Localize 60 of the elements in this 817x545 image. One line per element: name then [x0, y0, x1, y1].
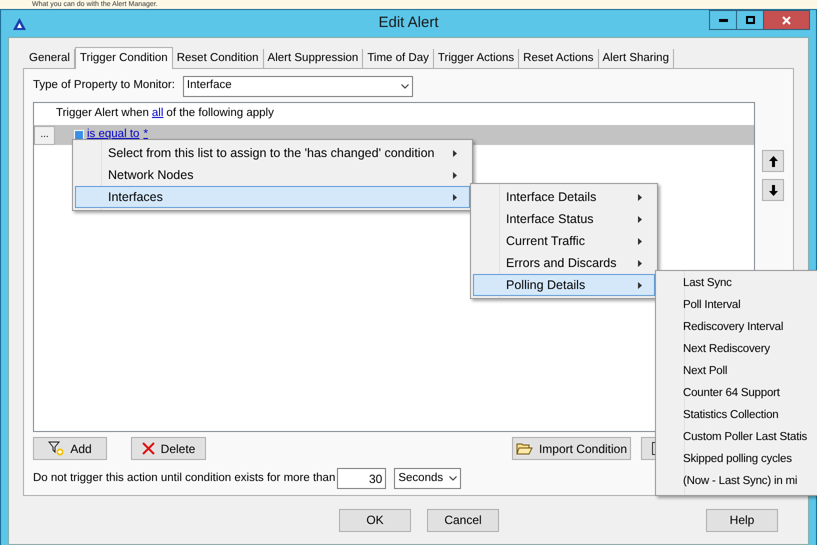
- menu-item[interactable]: Interfaces: [75, 186, 470, 208]
- menu-item[interactable]: Select from this list to assign to the 'has changed' condition: [75, 142, 470, 164]
- menu-item[interactable]: Polling Details: [473, 274, 655, 296]
- condition-header-text: of the following apply: [166, 106, 274, 122]
- dropdown-caret-icon: [449, 476, 458, 481]
- value-link[interactable]: *: [143, 126, 148, 144]
- menu-item[interactable]: Statistics Collection: [658, 405, 817, 427]
- cancel-button[interactable]: Cancel: [427, 508, 499, 532]
- submenu-arrow-icon: [638, 194, 642, 201]
- menu-item[interactable]: Errors and Discards: [473, 252, 655, 274]
- submenu-arrow-icon: [638, 216, 642, 223]
- add-button[interactable]: Add: [33, 437, 107, 460]
- submenu-arrow-icon: [453, 150, 457, 157]
- move-up-button[interactable]: [762, 150, 784, 172]
- menu-item[interactable]: Current Traffic: [473, 230, 655, 252]
- menu-item[interactable]: Network Nodes: [75, 164, 470, 186]
- app-logo-icon: [13, 18, 26, 30]
- menu-item[interactable]: Last Sync: [658, 273, 817, 295]
- delay-input[interactable]: 30: [337, 468, 386, 489]
- filter-add-icon: [48, 441, 64, 456]
- tab[interactable]: Trigger Condition: [74, 47, 173, 69]
- property-dropdown[interactable]: Interface: [182, 76, 413, 96]
- minimize-button[interactable]: [709, 10, 737, 30]
- delete-x-icon: [142, 442, 155, 455]
- ellipsis-button[interactable]: ...: [34, 126, 55, 144]
- submenu-arrow-icon: [453, 194, 457, 201]
- maximize-icon: [746, 16, 754, 24]
- close-icon: [782, 16, 791, 24]
- menu-item[interactable]: Skipped polling cycles: [658, 449, 817, 471]
- menu-item[interactable]: Rediscovery Interval: [658, 317, 817, 339]
- menu-item[interactable]: Interface Status: [473, 208, 655, 230]
- minimize-icon: [718, 18, 728, 22]
- menu-item[interactable]: Interface Details: [473, 186, 655, 208]
- ok-button[interactable]: OK: [339, 508, 411, 532]
- property-label: Type of Property to Monitor:: [33, 78, 175, 94]
- condition-header-text: Trigger Alert when: [56, 106, 149, 122]
- menu-item[interactable]: Counter 64 Support: [658, 383, 817, 405]
- delete-button[interactable]: Delete: [131, 437, 206, 460]
- menu-item[interactable]: Next Poll: [658, 361, 817, 383]
- submenu-arrow-icon: [638, 282, 642, 289]
- delay-label: Do not trigger this action until condition exists for more than: [33, 470, 336, 486]
- move-down-button[interactable]: [762, 179, 784, 201]
- menu-item[interactable]: Next Rediscovery: [658, 339, 817, 361]
- menu-item[interactable]: (Now - Last Sync) in mi: [658, 471, 817, 493]
- import-condition-button[interactable]: Import Condition: [512, 437, 631, 460]
- folder-icon: [516, 442, 533, 455]
- help-button[interactable]: Help: [706, 508, 778, 532]
- unit-dropdown[interactable]: Seconds: [394, 468, 462, 489]
- window-title: Edit Alert: [378, 13, 439, 34]
- submenu-arrow-icon: [453, 172, 457, 179]
- condition-node-icon: [74, 130, 84, 140]
- submenu-arrow-icon: [638, 238, 642, 245]
- dropdown-caret-icon: [400, 84, 409, 88]
- menu-item[interactable]: Poll Interval: [658, 295, 817, 317]
- close-button[interactable]: [764, 10, 810, 30]
- submenu-arrow-icon: [638, 260, 642, 267]
- down-arrow-icon: [768, 184, 778, 196]
- up-arrow-icon: [768, 156, 778, 166]
- all-link[interactable]: all: [152, 105, 164, 123]
- menu-item[interactable]: Custom Poller Last Statis: [658, 427, 817, 449]
